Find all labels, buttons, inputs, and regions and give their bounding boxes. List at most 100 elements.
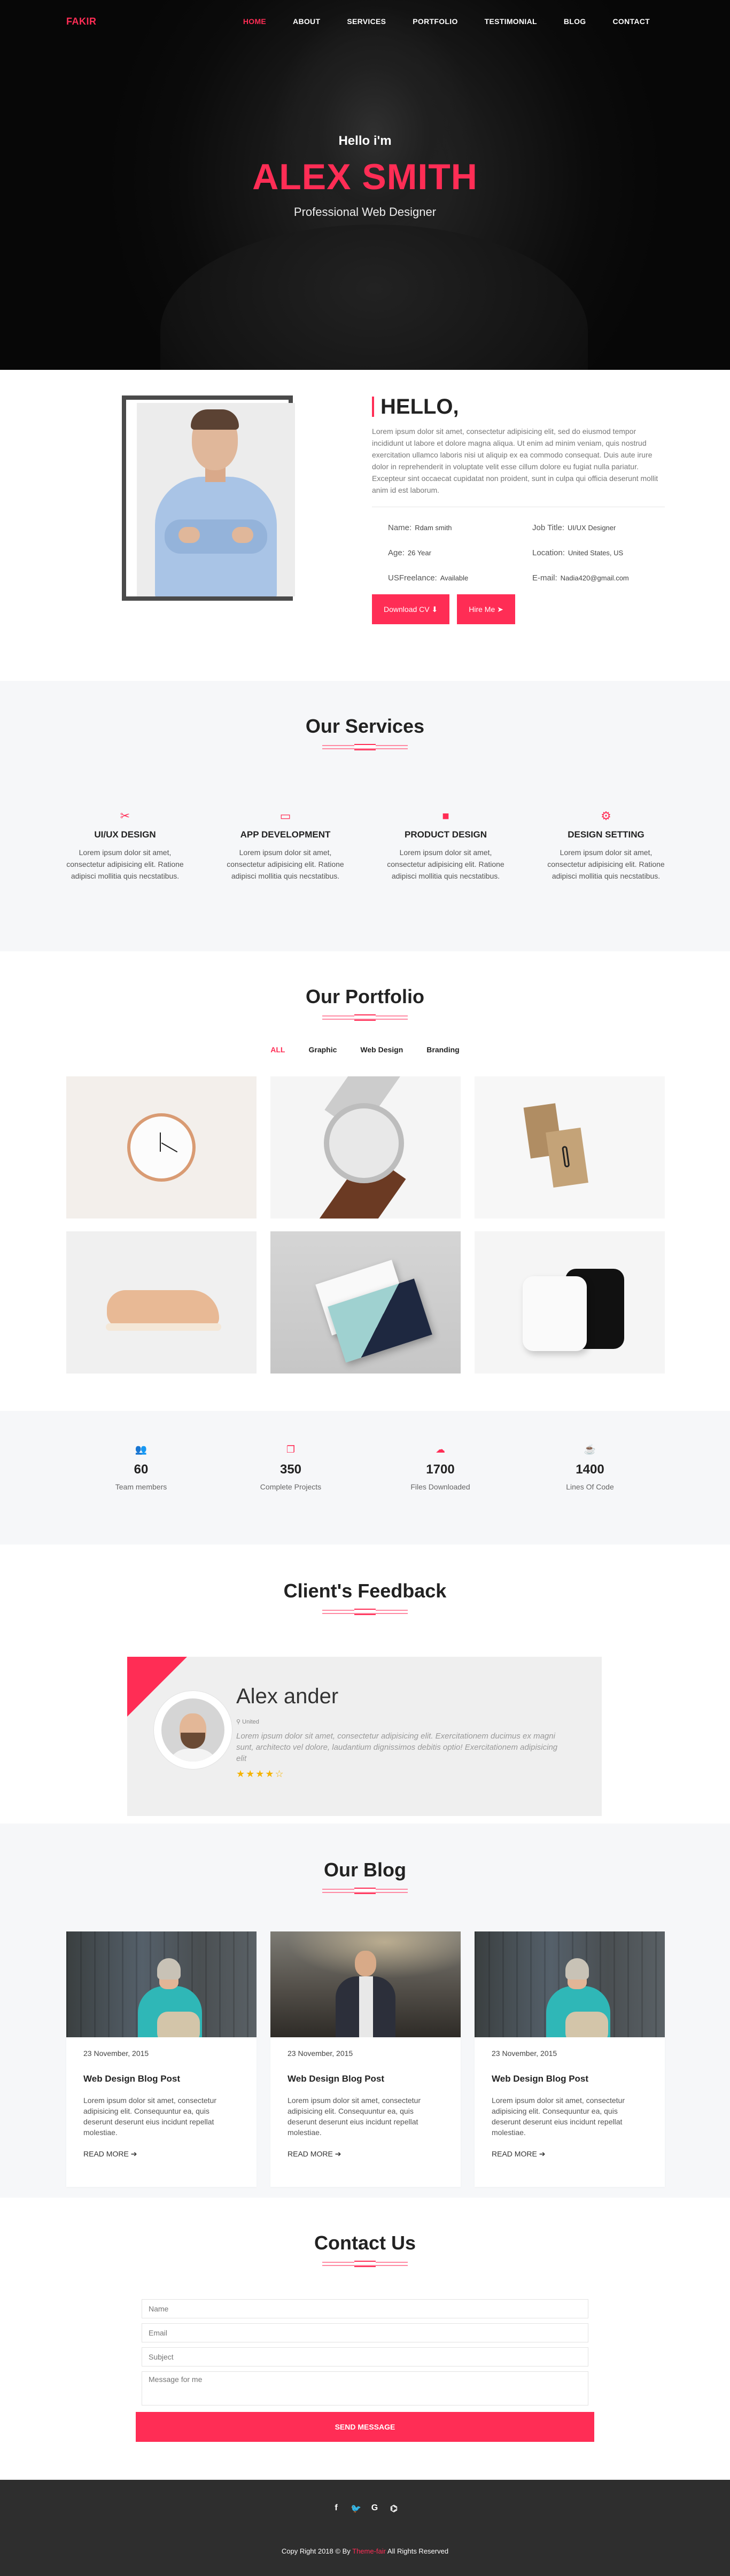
- social-links: f 🐦 G ⌬: [0, 2503, 730, 2514]
- portfolio-section: Our Portfolio ALL Graphic Web Design Bra…: [0, 951, 730, 1411]
- testimonial-card: Alex ander ⚲ United Lorem ipsum dolor si…: [127, 1657, 602, 1816]
- cloud-download-icon: ☁: [436, 1444, 445, 1455]
- laptop-icon: ▭: [279, 809, 291, 823]
- blog-card: 23 November, 2015 Web Design Blog Post L…: [475, 1931, 665, 2187]
- gift-icon: ■: [442, 809, 449, 823]
- service-title: UI/UX DESIGN: [94, 829, 156, 840]
- portfolio-title: Our Portfolio: [306, 986, 424, 1007]
- gears-icon: ⚙: [601, 809, 611, 823]
- service-card: ■ PRODUCT DESIGN Lorem ipsum dolor sit a…: [387, 809, 504, 882]
- service-card: ▭ APP DEVELOPMENT Lorem ipsum dolor sit …: [227, 809, 344, 882]
- about-content: HELLO, Lorem ipsum dolor sit amet, conse…: [372, 396, 665, 624]
- testimonial-content: Alex ander ⚲ United Lorem ipsum dolor si…: [236, 1685, 568, 1780]
- portfolio-item-cards[interactable]: [475, 1076, 665, 1219]
- nav-item-portfolio[interactable]: PORTFOLIO: [413, 17, 457, 26]
- filter-branding[interactable]: Branding: [426, 1045, 459, 1054]
- profile-photo: [137, 403, 295, 596]
- google-icon[interactable]: G: [370, 2503, 379, 2514]
- site-logo[interactable]: FAKIR: [66, 16, 97, 27]
- hero-section: FAKIR HOME ABOUT SERVICES PORTFOLIO TEST…: [0, 0, 730, 370]
- blog-excerpt: Lorem ipsum dolor sit amet, consectetur …: [83, 2096, 216, 2137]
- name-field[interactable]: [142, 2299, 588, 2318]
- users-icon: 👥: [135, 1444, 147, 1455]
- hero-text: Hello i'm ALEX SMITH Professional Web De…: [0, 134, 730, 219]
- site-footer: f 🐦 G ⌬ Copy Right 2018 © By Theme-fair …: [0, 2480, 730, 2576]
- message-field[interactable]: [142, 2371, 588, 2406]
- nav-item-testimonial[interactable]: TESTIMONIAL: [485, 17, 537, 26]
- portfolio-item-shoe[interactable]: [66, 1231, 257, 1374]
- counter-code: ☕ 1400 Lines Of Code: [515, 1444, 665, 1491]
- info-email: E-mail: Nadia420@gmail.com: [532, 573, 629, 583]
- title-divider: [322, 1014, 408, 1021]
- blog-image[interactable]: [475, 1931, 665, 2037]
- about-info-grid: Name: Rdam smith Job Title: UI/UX Designer…: [372, 523, 665, 583]
- service-card: ⚙ DESIGN SETTING Lorem ipsum dolor sit a…: [547, 809, 665, 882]
- hire-me-button[interactable]: Hire Me ➤: [457, 594, 515, 624]
- contact-title: Contact Us: [314, 2232, 416, 2254]
- services-section: Our Services ✂ UI/UX DESIGN Lorem ipsum …: [0, 681, 730, 951]
- title-divider: [322, 1609, 408, 1615]
- read-more-link[interactable]: READ MORE ➔: [83, 2150, 137, 2159]
- download-cv-button[interactable]: Download CV ⬇: [372, 594, 450, 624]
- blog-image[interactable]: [270, 1931, 461, 2037]
- nav-item-contact[interactable]: CONTACT: [613, 17, 650, 26]
- send-message-button[interactable]: SEND MESSAGE: [136, 2412, 594, 2442]
- facebook-icon[interactable]: f: [331, 2503, 341, 2514]
- service-title: DESIGN SETTING: [568, 829, 644, 840]
- github-icon[interactable]: ⌬: [389, 2503, 399, 2514]
- testimonial-quote: Lorem ipsum dolor sit amet, consectetur …: [236, 1732, 558, 1763]
- portfolio-item-clock[interactable]: [66, 1076, 257, 1219]
- contact-form: SEND MESSAGE: [136, 2299, 594, 2442]
- blog-date: 23 November, 2015: [492, 2049, 557, 2058]
- service-text: Lorem ipsum dolor sit amet, consectetur …: [227, 848, 344, 880]
- filter-all[interactable]: ALL: [270, 1045, 285, 1054]
- testimonial-avatar: [154, 1691, 232, 1769]
- blog-post-title[interactable]: Web Design Blog Post: [288, 2074, 444, 2084]
- hero-role: Professional Web Designer: [293, 205, 437, 219]
- about-buttons: Download CV ⬇ Hire Me ➤: [372, 594, 665, 624]
- title-divider: [322, 2261, 408, 2267]
- blog-date: 23 November, 2015: [83, 2049, 149, 2058]
- portfolio-filters: ALL Graphic Web Design Branding: [0, 1045, 730, 1054]
- copy-icon: ❐: [286, 1444, 296, 1455]
- theme-brand-link[interactable]: Theme-fair: [352, 2547, 386, 2555]
- arrow-right-icon: ➔: [335, 2150, 341, 2158]
- blog-image[interactable]: [66, 1931, 257, 2037]
- portfolio-item-watch[interactable]: [270, 1076, 461, 1219]
- hero-name: ALEX SMITH: [252, 157, 478, 197]
- email-field[interactable]: [142, 2323, 588, 2342]
- blog-post-title[interactable]: Web Design Blog Post: [83, 2074, 239, 2084]
- service-title: APP DEVELOPMENT: [240, 829, 331, 840]
- counter-number: 60: [134, 1462, 149, 1477]
- blog-grid: 23 November, 2015 Web Design Blog Post L…: [66, 1931, 730, 2187]
- filter-web-design[interactable]: Web Design: [360, 1045, 403, 1054]
- portfolio-item-business-cards[interactable]: [270, 1231, 461, 1374]
- read-more-link[interactable]: READ MORE ➔: [492, 2150, 545, 2159]
- arrow-right-icon: ➔: [130, 2150, 137, 2158]
- nav-item-home[interactable]: HOME: [243, 17, 266, 26]
- map-marker-icon: ⚲: [236, 1719, 241, 1725]
- blog-post-title[interactable]: Web Design Blog Post: [492, 2074, 648, 2084]
- nav-item-blog[interactable]: BLOG: [564, 17, 586, 26]
- contact-section: Contact Us SEND MESSAGE: [0, 2198, 730, 2480]
- counters-section: 👥 60 Team members ❐ 350 Complete Project…: [0, 1411, 730, 1545]
- twitter-icon[interactable]: 🐦: [351, 2503, 361, 2514]
- filter-graphic[interactable]: Graphic: [308, 1045, 337, 1054]
- info-age: Age: 26 Year: [388, 548, 431, 557]
- portfolio-item-device[interactable]: [475, 1231, 665, 1374]
- services-grid: ✂ UI/UX DESIGN Lorem ipsum dolor sit ame…: [66, 809, 665, 882]
- blog-excerpt: Lorem ipsum dolor sit amet, consectetur …: [492, 2096, 625, 2137]
- about-section: HELLO, Lorem ipsum dolor sit amet, conse…: [0, 370, 730, 681]
- arrow-right-icon: ➔: [539, 2150, 546, 2158]
- nav-item-services[interactable]: SERVICES: [347, 17, 386, 26]
- hero-background-shoulders: [160, 224, 588, 370]
- subject-field[interactable]: [142, 2347, 588, 2366]
- rating-stars: ★★★★☆: [236, 1768, 285, 1779]
- counter-files: ☁ 1700 Files Downloaded: [366, 1444, 515, 1491]
- nav-item-about[interactable]: ABOUT: [293, 17, 320, 26]
- feedback-title: Client's Feedback: [283, 1580, 447, 1602]
- blog-title: Our Blog: [324, 1859, 406, 1881]
- blog-card: 23 November, 2015 Web Design Blog Post L…: [66, 1931, 257, 2187]
- read-more-link[interactable]: READ MORE ➔: [288, 2150, 341, 2159]
- service-title: PRODUCT DESIGN: [405, 829, 487, 840]
